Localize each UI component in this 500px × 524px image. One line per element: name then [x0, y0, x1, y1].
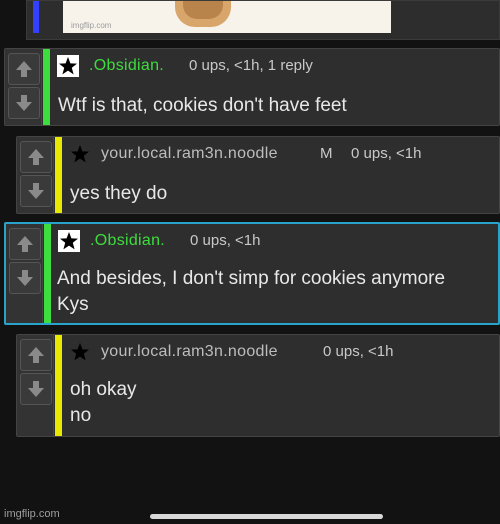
star-icon [59, 57, 77, 75]
comment-text: yes they do [70, 183, 168, 204]
arrow-down-icon [28, 183, 44, 199]
comment-thread-bar [55, 137, 62, 213]
image-accent-bar [33, 1, 39, 33]
comment-username[interactable]: .Obsidian. [90, 232, 165, 250]
user-badge [69, 143, 91, 165]
arrow-down-icon [16, 95, 32, 111]
upvote-button[interactable] [8, 53, 40, 85]
comment-thread-bar [55, 335, 62, 436]
user-badge [57, 55, 79, 77]
comment-meta: 0 ups, <1h [190, 232, 261, 249]
vote-column [17, 137, 54, 213]
mod-badge: M [320, 145, 333, 162]
upvote-button[interactable] [20, 339, 52, 371]
arrow-down-icon [17, 270, 33, 286]
comment-card: .Obsidian. 0 ups, <1h, 1 reply Wtf is th… [4, 48, 500, 126]
arrow-up-icon [17, 236, 33, 252]
cookie-figure-shade [183, 1, 223, 19]
upvote-button[interactable] [9, 228, 41, 260]
home-indicator[interactable] [150, 514, 383, 519]
meme-image[interactable]: imgflip.com [63, 1, 391, 33]
user-badge [69, 341, 91, 363]
downvote-button[interactable] [8, 87, 40, 119]
star-icon [71, 145, 89, 163]
comment-meta: 0 ups, <1h [323, 343, 394, 360]
vote-column [5, 49, 42, 125]
arrow-up-icon [16, 61, 32, 77]
downvote-button[interactable] [9, 262, 41, 294]
comment-card: your.local.ram3n.noodle M 0 ups, <1h yes… [16, 136, 500, 214]
meme-image-card[interactable]: imgflip.com [26, 0, 500, 40]
comment-username[interactable]: your.local.ram3n.noodle [101, 343, 278, 361]
star-icon [71, 343, 89, 361]
comment-text-line: And besides, I don't simp for cookies an… [57, 268, 446, 289]
comment-meta: 0 ups, <1h [351, 145, 422, 162]
comment-text-line: Kys [57, 294, 89, 315]
arrow-up-icon [28, 149, 44, 165]
star-icon [60, 232, 78, 250]
comment-thread-bar [44, 224, 51, 323]
image-watermark: imgflip.com [71, 21, 112, 30]
arrow-up-icon [28, 347, 44, 363]
downvote-button[interactable] [20, 373, 52, 405]
upvote-button[interactable] [20, 141, 52, 173]
comment-meta: 0 ups, <1h, 1 reply [189, 57, 313, 74]
vote-column [6, 224, 43, 323]
comment-username[interactable]: .Obsidian. [89, 57, 164, 75]
comment-card: your.local.ram3n.noodle 0 ups, <1h oh ok… [16, 334, 500, 437]
arrow-down-icon [28, 381, 44, 397]
vote-column [17, 335, 54, 436]
comment-username[interactable]: your.local.ram3n.noodle [101, 145, 278, 163]
comment-card-highlighted: .Obsidian. 0 ups, <1h And besides, I don… [4, 222, 500, 325]
comment-text-line: no [70, 405, 92, 426]
comment-text: Wtf is that, cookies don't have feet [58, 95, 347, 116]
downvote-button[interactable] [20, 175, 52, 207]
comment-thread-bar [43, 49, 50, 125]
footer-watermark: imgflip.com [4, 508, 60, 520]
comment-text-line: oh okay [70, 379, 137, 400]
user-badge [58, 230, 80, 252]
